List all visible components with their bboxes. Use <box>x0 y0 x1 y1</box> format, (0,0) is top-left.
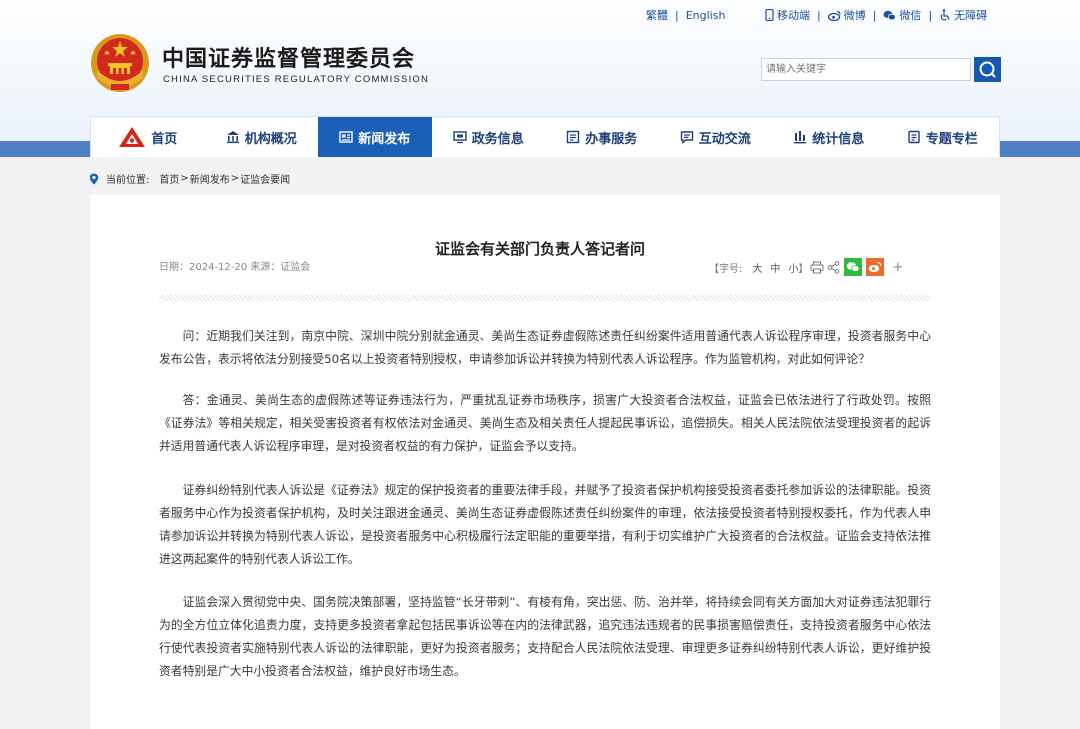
search-input[interactable] <box>761 58 971 81</box>
nav-item-services[interactable]: 办事服务 <box>545 117 659 157</box>
monitor-icon <box>453 131 467 144</box>
nav-label: 统计信息 <box>812 131 865 147</box>
english-link[interactable]: English <box>686 9 726 22</box>
divider: | <box>675 8 679 22</box>
article-paragraph: 问：近期我们关注到，南京中院、深圳中院分别就金通灵、美尚生态证券虚假陈述责任纠纷… <box>159 329 931 366</box>
wechat-icon <box>883 10 897 20</box>
divider: | <box>872 8 877 22</box>
print-icon[interactable] <box>810 261 824 274</box>
weibo-link[interactable]: 微博 <box>827 7 866 23</box>
font-size-close-bracket: 】 <box>798 263 809 275</box>
title-divider <box>159 295 930 301</box>
csrc-logo-icon <box>119 127 146 147</box>
wechat-label: 微信 <box>899 9 922 22</box>
accessibility-label: 无障碍 <box>954 9 988 22</box>
nav-item-government-info[interactable]: 政务信息 <box>432 117 546 157</box>
breadcrumb-current-link[interactable]: 证监会要闻 <box>240 171 290 186</box>
nav-label: 首页 <box>151 131 178 147</box>
nav-item-interaction[interactable]: 互动交流 <box>659 117 773 157</box>
divider: | <box>817 8 821 22</box>
news-icon <box>339 131 353 143</box>
language-links: 繁體 | English <box>646 7 725 23</box>
national-emblem-logo <box>91 34 149 92</box>
site-title: 中国证券监督管理委员会 <box>162 47 416 72</box>
breadcrumb-separator: > <box>230 173 240 184</box>
article-title: 证监会有关部门负责人答记者问 <box>434 240 645 258</box>
breadcrumb-home-link[interactable]: 首页 <box>159 171 179 186</box>
nav-label: 互动交流 <box>698 131 751 147</box>
nav-item-special-topics[interactable]: 专题专栏 <box>886 117 1000 157</box>
nav-label: 办事服务 <box>585 131 638 147</box>
mobile-icon <box>765 9 774 21</box>
mobile-label: 移动端 <box>777 9 810 22</box>
article-tools: 【字号: 大 中 小 】 + <box>709 258 903 276</box>
breadcrumb-prefix: 当前位置: <box>106 175 150 186</box>
nav-item-about[interactable]: 机构概况 <box>205 117 319 157</box>
main-nav: 首页 机构概况 新闻发布 政务信息 办事服务 互动交流 统计信息 专题专栏 <box>90 116 1000 157</box>
font-size-large-button[interactable]: 大 <box>752 260 762 275</box>
site-subtitle: CHINA SECURITIES REGULATORY COMMISSION <box>163 74 430 85</box>
accessibility-link[interactable]: 无障碍 <box>939 7 987 23</box>
wechat-icon <box>847 262 861 272</box>
share-more-button[interactable]: + <box>892 260 903 275</box>
document-icon <box>908 130 920 144</box>
weibo-icon <box>869 261 882 273</box>
nav-item-home[interactable]: 首页 <box>91 117 205 157</box>
breadcrumb-news-link[interactable]: 新闻发布 <box>190 171 230 186</box>
nav-label: 机构概况 <box>244 131 297 147</box>
weibo-share-button[interactable] <box>866 258 885 276</box>
wechat-share-button[interactable] <box>844 258 863 276</box>
divider: | <box>928 8 933 22</box>
article-paragraph: 答：金通灵、美尚生态的虚假陈述等证券违法行为，严重扰乱证券市场秩序，损害广大投资… <box>159 393 931 453</box>
weibo-label: 微博 <box>843 9 866 22</box>
nav-label: 政务信息 <box>471 131 524 147</box>
wechat-link[interactable]: 微信 <box>883 7 921 23</box>
utility-links: 移动端 | 微博 | 微信 | 无障碍 <box>765 7 987 23</box>
building-icon <box>226 131 239 144</box>
nav-item-news[interactable]: 新闻发布 <box>318 117 432 157</box>
nav-label: 新闻发布 <box>358 131 411 147</box>
font-size-small-button[interactable]: 小 <box>788 260 798 275</box>
service-icon <box>567 130 580 144</box>
article-paragraph: 证券纠纷特别代表人诉讼是《证券法》规定的保护投资者的重要法律手段，并赋予了投资者… <box>159 483 931 566</box>
nav-label: 专题专栏 <box>925 131 978 147</box>
mobile-link[interactable]: 移动端 <box>765 7 810 23</box>
article-meta: 日期：2024-12-20 来源：证监会 <box>159 262 311 273</box>
share-icon[interactable] <box>827 260 840 274</box>
font-size-label: 【字号: <box>709 263 743 275</box>
breadcrumb-separator: > <box>180 173 189 184</box>
search-icon <box>979 61 996 78</box>
nav-item-statistics[interactable]: 统计信息 <box>772 117 886 157</box>
traditional-chinese-link[interactable]: 繁體 <box>646 7 668 23</box>
breadcrumb: 当前位置: 首页 > 新闻发布 > 证监会要闻 <box>89 171 290 186</box>
chat-icon <box>680 131 693 144</box>
article-paragraph: 证监会深入贯彻党中央、国务院决策部署，坚持监管“长牙带刺”、有棱有角，突出惩、防… <box>159 595 931 678</box>
location-pin-icon <box>89 173 99 184</box>
wheelchair-icon <box>940 9 950 21</box>
search-button[interactable] <box>974 57 1001 82</box>
font-size-medium-button[interactable]: 中 <box>770 260 780 275</box>
bar-chart-icon <box>794 131 807 144</box>
weibo-icon <box>827 10 841 21</box>
